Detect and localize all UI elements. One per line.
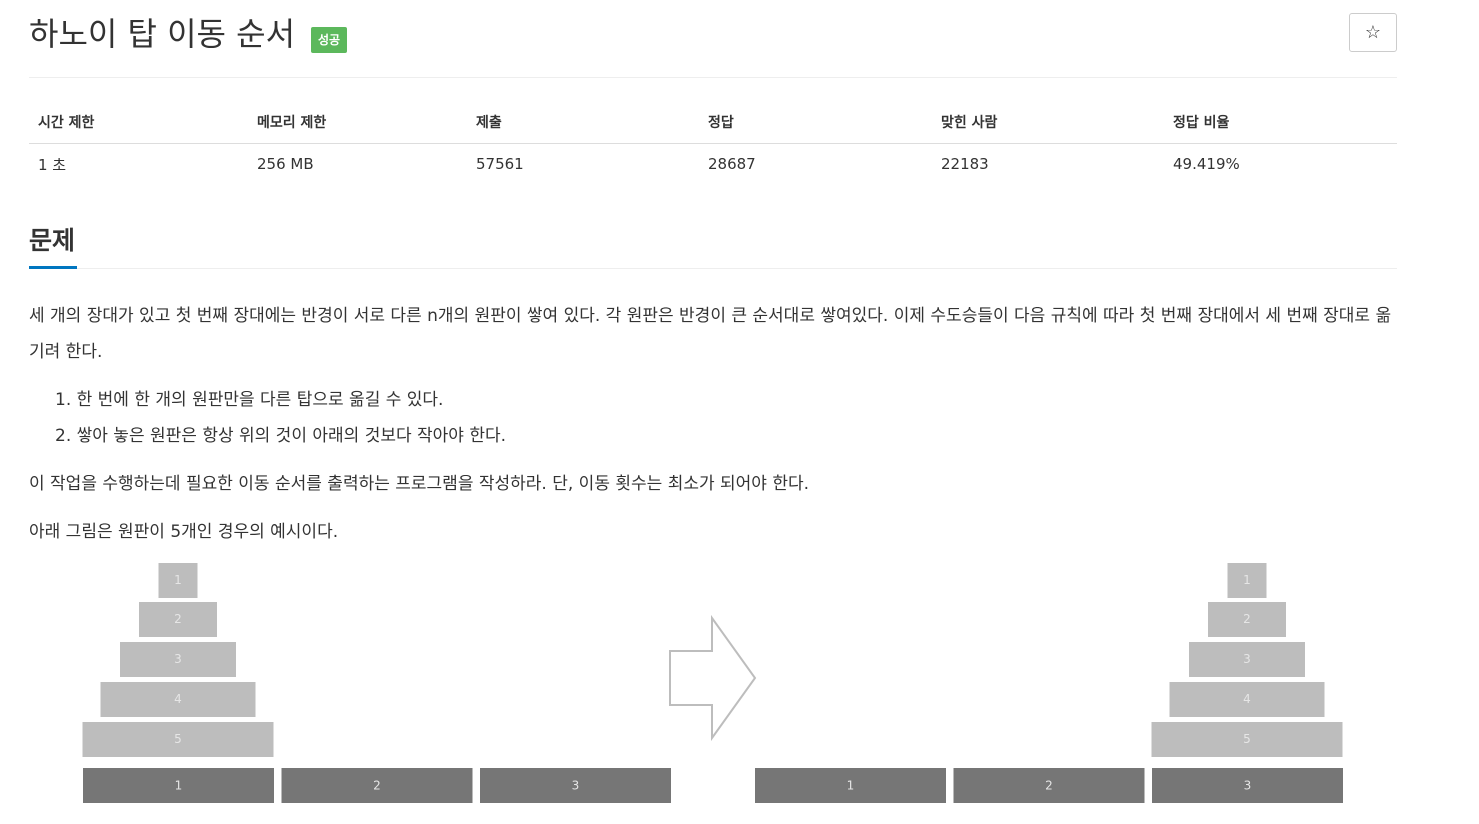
section-title: 문제 bbox=[29, 226, 76, 255]
after-disk-label-1: 1 bbox=[1243, 573, 1251, 587]
after-disk-label-4: 4 bbox=[1243, 692, 1251, 706]
list-item: 2. 쌓아 놓은 원판은 항상 위의 것이 아래의 것보다 작아야 한다. bbox=[55, 426, 507, 446]
col-solvers: 맞힌 사람 bbox=[932, 102, 1164, 144]
problem-title: 하노이 탑 이동 순서 bbox=[29, 15, 296, 53]
before-peg-label-1: 1 bbox=[175, 779, 183, 793]
after-disk-label-5: 5 bbox=[1243, 732, 1251, 746]
accept-ratio-value: 49.419% bbox=[1173, 155, 1240, 174]
col-accepted: 정답 bbox=[699, 102, 932, 144]
col-accept-ratio: 정답 비율 bbox=[1164, 102, 1397, 144]
submissions-value: 57561 bbox=[476, 155, 524, 174]
description-paragraph-1: 세 개의 장대가 있고 첫 번째 장대에는 반경이 서로 다른 n개의 원판이 … bbox=[29, 306, 1392, 362]
problem-page: 하노이 탑 이동 순서 성공 ☆ 시간 제한 메모리 제한 제출 정답 맞힌 사… bbox=[0, 0, 1479, 824]
col-time-limit: 시간 제한 bbox=[29, 102, 248, 144]
col-memory-limit: 메모리 제한 bbox=[248, 102, 467, 144]
table-row: 1 초 256 MB 57561 28687 22183 49.419% bbox=[29, 143, 1397, 185]
solvers-value: 22183 bbox=[941, 155, 989, 174]
after-peg-label-1: 1 bbox=[847, 779, 855, 793]
section-divider bbox=[29, 268, 1397, 269]
right-arrow-icon bbox=[669, 614, 757, 742]
before-disk-label-5: 5 bbox=[174, 732, 182, 746]
description-paragraph-2: 이 작업을 수행하는데 필요한 이동 순서를 출력하는 프로그램을 작성하라. … bbox=[29, 474, 810, 494]
list-item: 1. 한 번에 한 개의 원판만을 다른 탑으로 옮길 수 있다. bbox=[55, 390, 444, 410]
before-disk-label-1: 1 bbox=[174, 573, 182, 587]
before-peg-label-3: 3 bbox=[572, 779, 580, 793]
problem-info-table: 시간 제한 메모리 제한 제출 정답 맞힌 사람 정답 비율 1 초 256 M… bbox=[29, 102, 1397, 185]
favorite-button[interactable]: ☆ bbox=[1349, 13, 1397, 52]
memory-limit-value: 256 MB bbox=[257, 155, 314, 174]
time-limit-value: 1 초 bbox=[38, 155, 67, 174]
hanoi-figure: 1 2 3 4 5 1 2 3 1 2 3 4 5 1 2 3 bbox=[82, 562, 1344, 804]
before-peg-label-2: 2 bbox=[373, 779, 381, 793]
col-submissions: 제출 bbox=[467, 102, 699, 144]
after-disk-label-2: 2 bbox=[1243, 612, 1251, 626]
header-divider bbox=[29, 77, 1397, 78]
status-badge: 성공 bbox=[311, 27, 348, 53]
before-disk-label-3: 3 bbox=[174, 652, 182, 666]
after-disk-label-3: 3 bbox=[1243, 652, 1251, 666]
before-disk-label-4: 4 bbox=[174, 692, 182, 706]
problem-header: 하노이 탑 이동 순서 성공 ☆ bbox=[29, 10, 1397, 76]
before-disk-label-2: 2 bbox=[174, 612, 182, 626]
hanoi-illustration: 1 2 3 4 5 1 2 3 1 2 3 4 5 1 2 3 bbox=[82, 563, 1343, 803]
after-peg-label-3: 3 bbox=[1244, 779, 1252, 793]
rules-list: 1. 한 번에 한 개의 원판만을 다른 탑으로 옮길 수 있다. 2. 쌓아 … bbox=[55, 382, 506, 454]
accepted-value: 28687 bbox=[708, 155, 756, 174]
star-icon: ☆ bbox=[1364, 22, 1382, 42]
description-paragraph-3: 아래 그림은 원판이 5개인 경우의 예시이다. bbox=[29, 522, 339, 542]
section-title-underline bbox=[29, 266, 77, 269]
table-header-row: 시간 제한 메모리 제한 제출 정답 맞힌 사람 정답 비율 bbox=[29, 102, 1397, 144]
after-peg-label-2: 2 bbox=[1045, 779, 1053, 793]
